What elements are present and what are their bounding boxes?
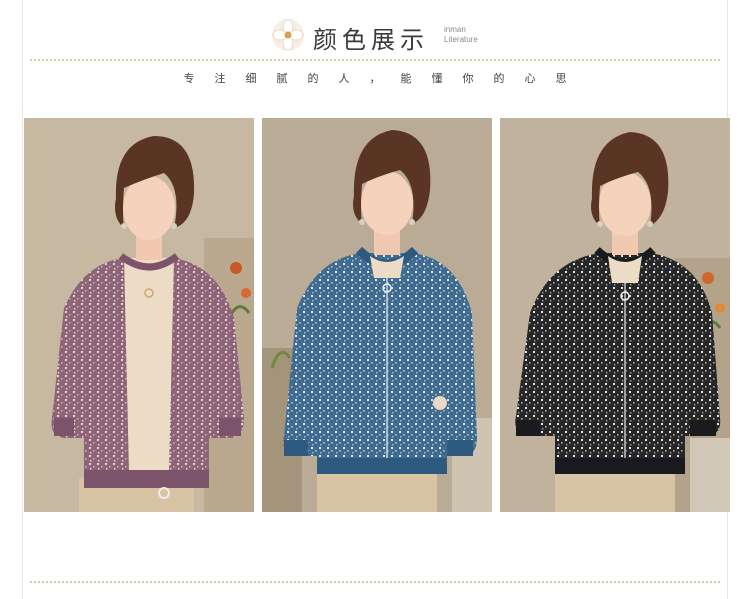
photo-black-illustration xyxy=(500,118,730,512)
top-divider xyxy=(30,59,720,61)
bottom-divider xyxy=(30,581,720,583)
product-photo-black[interactable] xyxy=(500,118,730,512)
photo-purple-illustration xyxy=(24,118,254,512)
section-header: 颜色展示 inman Literature xyxy=(0,14,750,58)
page-title: 颜色展示 xyxy=(313,26,429,54)
product-photo-blue[interactable] xyxy=(262,118,492,512)
flower-icon xyxy=(272,19,304,51)
product-photo-purple[interactable] xyxy=(24,118,254,512)
photo-blue-illustration xyxy=(262,118,492,512)
left-border xyxy=(22,0,23,599)
brand-line-1: inman xyxy=(444,25,466,34)
brand-label: inman Literature xyxy=(444,25,478,45)
brand-line-2: Literature xyxy=(444,35,478,44)
slogan: 专注细腻的人，能懂你的心思 xyxy=(183,72,587,85)
